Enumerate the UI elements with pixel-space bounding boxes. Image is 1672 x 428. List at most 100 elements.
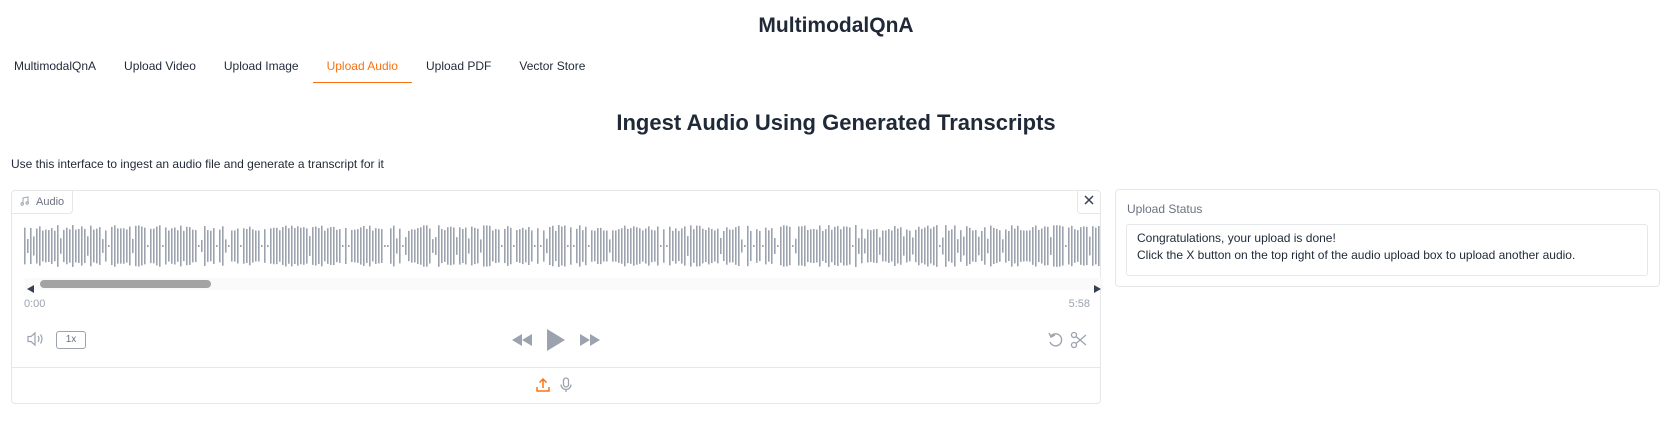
waveform-bar — [147, 245, 149, 247]
waveform-bar — [981, 230, 983, 262]
waveform-bar — [201, 239, 203, 253]
waveform-bar — [606, 230, 608, 262]
audio-waveform[interactable] — [22, 223, 1102, 269]
waveform-bar — [189, 227, 191, 265]
waveform-bar — [681, 228, 683, 264]
waveform-bar — [531, 230, 533, 262]
playback-rate-button[interactable]: 1x — [56, 331, 86, 349]
waveform-bar — [105, 230, 107, 262]
waveform-bar — [765, 227, 767, 265]
waveform-bar — [1065, 245, 1067, 247]
tab-upload-audio[interactable]: Upload Audio — [312, 52, 412, 83]
status-line: Congratulations, your upload is done! — [1137, 231, 1336, 245]
waveform-bar — [186, 226, 188, 266]
waveform-bar — [948, 230, 950, 262]
waveform-bar — [315, 226, 317, 266]
waveform-bar — [975, 230, 977, 262]
waveform-bar — [138, 225, 140, 267]
waveform-bar — [951, 229, 953, 263]
waveform-bar — [708, 227, 710, 265]
waveform-bar — [828, 225, 830, 267]
waveform-bar — [564, 225, 566, 267]
waveform-bar — [513, 245, 515, 247]
waveform-bar — [1074, 229, 1076, 263]
waveform-bar — [1092, 226, 1094, 266]
waveform-bar — [861, 228, 863, 264]
waveform-bar — [903, 236, 905, 256]
waveform-bar — [168, 230, 170, 262]
waveform-bar — [528, 227, 530, 265]
scissors-icon[interactable] — [1070, 331, 1088, 354]
triangle-right-icon[interactable] — [1093, 280, 1101, 298]
upload-icon[interactable] — [535, 377, 551, 398]
tab-upload-image[interactable]: Upload Image — [210, 52, 313, 82]
waveform-bar — [780, 226, 782, 266]
waveform-bar — [507, 226, 509, 266]
waveform-bar — [627, 228, 629, 264]
waveform-bar — [783, 225, 785, 267]
waveform-bar — [393, 225, 395, 267]
volume-icon[interactable] — [26, 331, 46, 352]
tab-upload-video[interactable]: Upload Video — [110, 52, 210, 82]
waveform-bar — [774, 238, 776, 254]
waveform-scrollbar[interactable] — [25, 278, 1103, 293]
waveform-bar — [888, 229, 890, 263]
waveform-bar — [912, 237, 914, 255]
upload-status-label: Upload Status — [1127, 202, 1203, 216]
waveform-bar — [1095, 227, 1097, 265]
waveform-bar — [678, 230, 680, 262]
waveform-bar — [978, 236, 980, 256]
waveform-bar — [354, 229, 356, 263]
waveform-bar — [822, 230, 824, 262]
waveform-bar — [963, 236, 965, 256]
microphone-icon[interactable] — [559, 377, 573, 398]
clear-audio-button[interactable] — [1077, 191, 1100, 214]
waveform-bar — [498, 229, 500, 263]
tab-upload-pdf[interactable]: Upload PDF — [412, 52, 505, 82]
waveform-bar — [459, 227, 461, 265]
fast-forward-icon[interactable] — [579, 333, 601, 352]
waveform-bar — [870, 230, 872, 262]
waveform-bar — [579, 225, 581, 267]
waveform-bar — [258, 230, 260, 262]
waveform-bar — [771, 228, 773, 264]
waveform-bar — [183, 230, 185, 262]
triangle-left-icon[interactable] — [27, 280, 35, 298]
scrollbar-thumb[interactable] — [40, 280, 211, 288]
waveform-bar — [171, 228, 173, 264]
waveform-bar — [99, 227, 101, 265]
waveform-bar — [744, 245, 746, 247]
waveform-bar — [969, 227, 971, 265]
upload-status-textbox[interactable]: Congratulations, your upload is done! Cl… — [1126, 224, 1648, 276]
waveform-bar — [366, 228, 368, 264]
waveform-bar — [300, 227, 302, 265]
waveform-bar — [1080, 227, 1082, 265]
waveform-bar — [834, 226, 836, 266]
waveform-bar — [348, 245, 350, 247]
tab-vector-store[interactable]: Vector Store — [505, 52, 599, 82]
waveform-bar — [825, 229, 827, 263]
waveform-bar — [792, 245, 794, 247]
waveform-bar — [588, 245, 590, 247]
waveform-bar — [240, 245, 242, 247]
waveform-bar — [921, 228, 923, 264]
waveform-bar — [999, 230, 1001, 262]
waveform-bar — [723, 230, 725, 262]
waveform-bar — [327, 228, 329, 264]
rewind-icon[interactable] — [511, 333, 533, 352]
waveform-bar — [42, 230, 44, 262]
waveform-bar — [804, 225, 806, 267]
waveform-bar — [417, 228, 419, 264]
waveform-bar — [705, 229, 707, 263]
waveform-bar — [78, 229, 80, 263]
waveform-bar — [954, 225, 956, 267]
undo-icon[interactable] — [1047, 331, 1065, 354]
waveform-bar — [228, 245, 230, 247]
waveform-bar — [285, 225, 287, 267]
waveform-bar — [306, 228, 308, 264]
tab-multimodalqna[interactable]: MultimodalQnA — [0, 52, 110, 82]
waveform-bar — [378, 228, 380, 264]
waveform-bar — [837, 226, 839, 266]
waveform-bar — [846, 226, 848, 266]
play-icon[interactable] — [545, 328, 567, 357]
